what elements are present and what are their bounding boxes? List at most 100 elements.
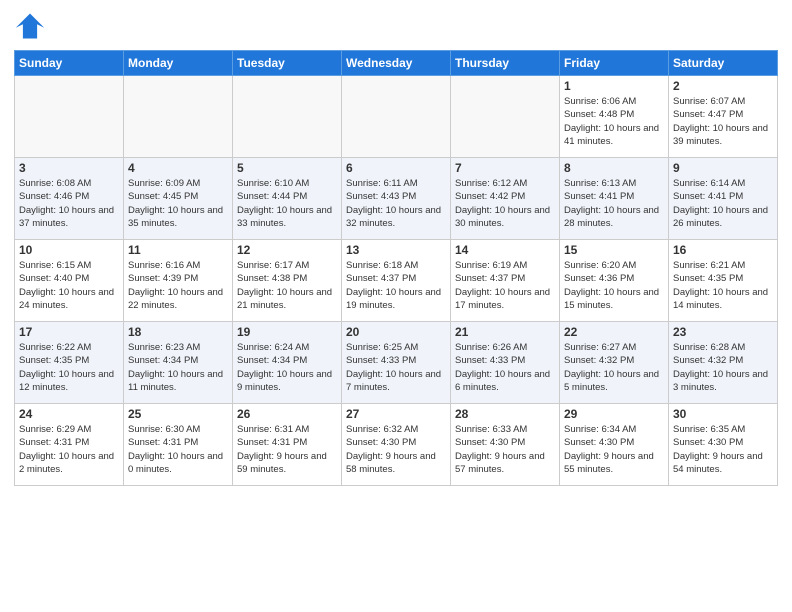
col-header-tuesday: Tuesday — [233, 51, 342, 76]
day-number: 1 — [564, 79, 664, 93]
day-number: 20 — [346, 325, 446, 339]
day-number: 11 — [128, 243, 228, 257]
day-cell: 8 Sunrise: 6:13 AM Sunset: 4:41 PM Daylig… — [560, 158, 669, 240]
day-cell: 4 Sunrise: 6:09 AM Sunset: 4:45 PM Daylig… — [124, 158, 233, 240]
day-number: 30 — [673, 407, 773, 421]
day-cell: 29 Sunrise: 6:34 AM Sunset: 4:30 PM Dayli… — [560, 404, 669, 486]
day-cell — [124, 76, 233, 158]
day-info: Sunrise: 6:24 AM Sunset: 4:34 PM Dayligh… — [237, 341, 337, 394]
week-row-1: 3 Sunrise: 6:08 AM Sunset: 4:46 PM Daylig… — [15, 158, 778, 240]
day-info: Sunrise: 6:34 AM Sunset: 4:30 PM Dayligh… — [564, 423, 664, 476]
day-info: Sunrise: 6:27 AM Sunset: 4:32 PM Dayligh… — [564, 341, 664, 394]
day-cell: 7 Sunrise: 6:12 AM Sunset: 4:42 PM Daylig… — [451, 158, 560, 240]
day-info: Sunrise: 6:29 AM Sunset: 4:31 PM Dayligh… — [19, 423, 119, 476]
day-cell: 17Sunrise: 6:22 AM Sunset: 4:35 PM Dayli… — [15, 322, 124, 404]
day-number: 26 — [237, 407, 337, 421]
day-cell: 20 Sunrise: 6:25 AM Sunset: 4:33 PM Dayli… — [342, 322, 451, 404]
day-info: Sunrise: 6:16 AM Sunset: 4:39 PM Dayligh… — [128, 259, 228, 312]
day-number: 2 — [673, 79, 773, 93]
day-info: Sunrise: 6:22 AM Sunset: 4:35 PM Dayligh… — [19, 341, 119, 394]
day-cell: 9 Sunrise: 6:14 AM Sunset: 4:41 PM Daylig… — [669, 158, 778, 240]
day-number: 24 — [19, 407, 119, 421]
day-cell: 23 Sunrise: 6:28 AM Sunset: 4:32 PM Dayli… — [669, 322, 778, 404]
header — [14, 10, 778, 42]
logo-icon — [14, 10, 46, 42]
day-number: 22 — [564, 325, 664, 339]
col-header-thursday: Thursday — [451, 51, 560, 76]
week-row-3: 17Sunrise: 6:22 AM Sunset: 4:35 PM Dayli… — [15, 322, 778, 404]
day-cell: 30 Sunrise: 6:35 AM Sunset: 4:30 PM Dayli… — [669, 404, 778, 486]
day-cell — [342, 76, 451, 158]
day-number: 29 — [564, 407, 664, 421]
day-number: 12 — [237, 243, 337, 257]
day-info: Sunrise: 6:35 AM Sunset: 4:30 PM Dayligh… — [673, 423, 773, 476]
day-cell — [233, 76, 342, 158]
day-info: Sunrise: 6:25 AM Sunset: 4:33 PM Dayligh… — [346, 341, 446, 394]
day-info: Sunrise: 6:17 AM Sunset: 4:38 PM Dayligh… — [237, 259, 337, 312]
week-row-4: 24 Sunrise: 6:29 AM Sunset: 4:31 PM Dayli… — [15, 404, 778, 486]
day-info: Sunrise: 6:13 AM Sunset: 4:41 PM Dayligh… — [564, 177, 664, 230]
day-info: Sunrise: 6:31 AM Sunset: 4:31 PM Dayligh… — [237, 423, 337, 476]
day-info: Sunrise: 6:14 AM Sunset: 4:41 PM Dayligh… — [673, 177, 773, 230]
day-cell: 11 Sunrise: 6:16 AM Sunset: 4:39 PM Dayli… — [124, 240, 233, 322]
day-number: 27 — [346, 407, 446, 421]
day-info: Sunrise: 6:08 AM Sunset: 4:46 PM Dayligh… — [19, 177, 119, 230]
day-number: 16 — [673, 243, 773, 257]
day-info: Sunrise: 6:09 AM Sunset: 4:45 PM Dayligh… — [128, 177, 228, 230]
day-info: Sunrise: 6:32 AM Sunset: 4:30 PM Dayligh… — [346, 423, 446, 476]
day-number: 25 — [128, 407, 228, 421]
col-header-sunday: Sunday — [15, 51, 124, 76]
day-cell: 6 Sunrise: 6:11 AM Sunset: 4:43 PM Daylig… — [342, 158, 451, 240]
day-number: 23 — [673, 325, 773, 339]
day-number: 28 — [455, 407, 555, 421]
day-cell: 18Sunrise: 6:23 AM Sunset: 4:34 PM Dayli… — [124, 322, 233, 404]
week-row-0: 1Sunrise: 6:06 AM Sunset: 4:48 PM Daylig… — [15, 76, 778, 158]
day-cell: 2 Sunrise: 6:07 AM Sunset: 4:47 PM Daylig… — [669, 76, 778, 158]
day-info: Sunrise: 6:12 AM Sunset: 4:42 PM Dayligh… — [455, 177, 555, 230]
day-cell — [451, 76, 560, 158]
day-number: 19 — [237, 325, 337, 339]
day-info: Sunrise: 6:28 AM Sunset: 4:32 PM Dayligh… — [673, 341, 773, 394]
day-info: Sunrise: 6:23 AM Sunset: 4:34 PM Dayligh… — [128, 341, 228, 394]
day-cell — [15, 76, 124, 158]
day-number: 4 — [128, 161, 228, 175]
day-info: Sunrise: 6:19 AM Sunset: 4:37 PM Dayligh… — [455, 259, 555, 312]
day-cell: 22 Sunrise: 6:27 AM Sunset: 4:32 PM Dayli… — [560, 322, 669, 404]
day-number: 15 — [564, 243, 664, 257]
day-number: 13 — [346, 243, 446, 257]
calendar-table: SundayMondayTuesdayWednesdayThursdayFrid… — [14, 50, 778, 486]
day-cell: 12 Sunrise: 6:17 AM Sunset: 4:38 PM Dayli… — [233, 240, 342, 322]
day-info: Sunrise: 6:07 AM Sunset: 4:47 PM Dayligh… — [673, 95, 773, 148]
day-cell: 25 Sunrise: 6:30 AM Sunset: 4:31 PM Dayli… — [124, 404, 233, 486]
day-cell: 21 Sunrise: 6:26 AM Sunset: 4:33 PM Dayli… — [451, 322, 560, 404]
day-cell: 16Sunrise: 6:21 AM Sunset: 4:35 PM Dayli… — [669, 240, 778, 322]
logo — [14, 10, 50, 42]
day-cell: 3 Sunrise: 6:08 AM Sunset: 4:46 PM Daylig… — [15, 158, 124, 240]
day-number: 21 — [455, 325, 555, 339]
day-info: Sunrise: 6:18 AM Sunset: 4:37 PM Dayligh… — [346, 259, 446, 312]
day-number: 7 — [455, 161, 555, 175]
calendar-header-row: SundayMondayTuesdayWednesdayThursdayFrid… — [15, 51, 778, 76]
day-info: Sunrise: 6:11 AM Sunset: 4:43 PM Dayligh… — [346, 177, 446, 230]
day-cell: 1Sunrise: 6:06 AM Sunset: 4:48 PM Daylig… — [560, 76, 669, 158]
col-header-monday: Monday — [124, 51, 233, 76]
day-number: 9 — [673, 161, 773, 175]
page: SundayMondayTuesdayWednesdayThursdayFrid… — [0, 0, 792, 612]
day-number: 6 — [346, 161, 446, 175]
day-cell: 14 Sunrise: 6:19 AM Sunset: 4:37 PM Dayli… — [451, 240, 560, 322]
day-info: Sunrise: 6:30 AM Sunset: 4:31 PM Dayligh… — [128, 423, 228, 476]
day-number: 8 — [564, 161, 664, 175]
day-cell: 27 Sunrise: 6:32 AM Sunset: 4:30 PM Dayli… — [342, 404, 451, 486]
day-cell: 28Sunrise: 6:33 AM Sunset: 4:30 PM Dayli… — [451, 404, 560, 486]
day-cell: 19 Sunrise: 6:24 AM Sunset: 4:34 PM Dayli… — [233, 322, 342, 404]
col-header-wednesday: Wednesday — [342, 51, 451, 76]
day-number: 14 — [455, 243, 555, 257]
day-info: Sunrise: 6:20 AM Sunset: 4:36 PM Dayligh… — [564, 259, 664, 312]
day-cell: 15 Sunrise: 6:20 AM Sunset: 4:36 PM Dayli… — [560, 240, 669, 322]
col-header-saturday: Saturday — [669, 51, 778, 76]
col-header-friday: Friday — [560, 51, 669, 76]
day-info: Sunrise: 6:26 AM Sunset: 4:33 PM Dayligh… — [455, 341, 555, 394]
day-cell: 24 Sunrise: 6:29 AM Sunset: 4:31 PM Dayli… — [15, 404, 124, 486]
day-cell: 5Sunrise: 6:10 AM Sunset: 4:44 PM Daylig… — [233, 158, 342, 240]
day-number: 3 — [19, 161, 119, 175]
